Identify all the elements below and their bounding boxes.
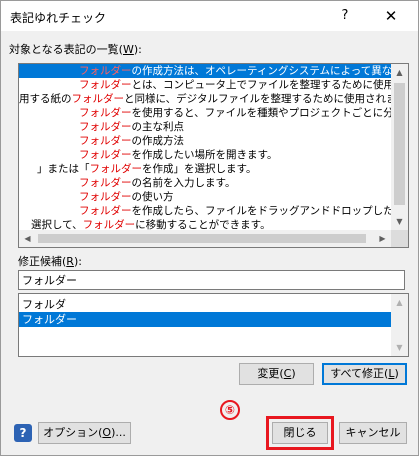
list-label: 対象となる表記の一覧(W): [9,43,142,56]
close-button-highlight [266,416,334,450]
target-list-rows: フォルダーの作成方法は、オペレーティングシステムによって異なりますフォルダーとは… [19,64,391,230]
list-item-keyword: フォルダー [79,107,132,119]
list-item[interactable]: 選択して、フォルダーに移動することができます。 [19,218,391,230]
list-item-keyword: フォルダー [79,121,132,133]
title-close-button[interactable]: ✕ [374,6,408,26]
list-item-text: を作成」を選択します。 [142,163,257,175]
list-item-keyword: フォルダー [79,191,132,203]
list-item[interactable]: フォルダーの主な利点 [19,120,391,134]
list-item-keyword: フォルダー [79,177,132,189]
list-item-text: とは、コンピュータ上でファイルを整理するために使用する入 [131,79,392,91]
fix-all-button[interactable]: すべて修正(L) [322,363,407,385]
list-item-prefix: 用する紙の [19,93,72,105]
list-item-prefix: 選択して、 [31,219,83,230]
scroll-up-icon[interactable]: ▲ [391,64,408,81]
candidate-input[interactable]: フォルダー [18,270,405,290]
list-item-keyword: フォルダー [79,135,132,147]
candidate-option[interactable]: フォルダ [19,297,391,312]
vertical-scrollbar[interactable]: ▲ ▼ [391,64,408,230]
title-help-button[interactable]: ? [331,6,359,26]
cand-scroll-down-icon[interactable]: ▼ [391,339,408,356]
list-item[interactable]: フォルダーの作成方法 [19,134,391,148]
list-item-text: の作成方法は、オペレーティングシステムによって異なります [131,65,392,77]
list-item-text: を作成したら、ファイルをドラッグアンドドロップしたり、右クリ [131,205,392,217]
list-item-keyword: フォルダー [89,163,143,175]
target-list[interactable]: フォルダーの作成方法は、オペレーティングシステムによって異なりますフォルダーとは… [18,63,409,248]
scroll-down-icon[interactable]: ▼ [391,213,408,230]
list-item[interactable]: フォルダーを使用すると、ファイルを種類やプロジェクトごとに分類して [19,106,391,120]
scroll-thumb[interactable] [394,83,405,205]
list-item[interactable]: フォルダーを作成したら、ファイルをドラッグアンドドロップしたり、右クリ [19,204,391,218]
list-item-text: の作成方法 [131,135,185,147]
list-item-text: の主な利点 [131,121,185,133]
scroll-corner [391,230,408,247]
step-marker: ⑤ [220,400,240,420]
list-item-keyword: フォルダー [79,205,132,217]
title-bar: 表記ゆれチェック ? ✕ [1,1,418,31]
list-item-text: を作成したい場所を開きます。 [131,149,278,161]
list-item[interactable]: フォルダーの使い方 [19,190,391,204]
horizontal-scrollbar[interactable]: ◀ ▶ [19,230,391,247]
options-button[interactable]: オプション(O)... [38,422,131,444]
list-item-keyword: フォルダー [79,79,132,91]
candidate-scrollbar[interactable]: ▲ ▼ [391,294,408,356]
list-item[interactable]: 」または「フォルダーを作成」を選択します。 [19,162,391,176]
list-item-text: を使用すると、ファイルを種類やプロジェクトごとに分類して [131,107,392,119]
list-item-text: と同様に、デジタルファイルを整理するために使用されます。 [124,93,391,105]
list-item-keyword: フォルダー [71,93,125,105]
help-icon[interactable]: ? [14,424,32,442]
hscroll-thumb[interactable] [38,234,366,243]
dialog-title: 表記ゆれチェック [10,11,107,25]
dialog-window: 表記ゆれチェック ? ✕ 対象となる表記の一覧(W): フォルダーの作成方法は、… [0,0,419,456]
list-item[interactable]: フォルダーの名前を入力します。 [19,176,391,190]
list-item[interactable]: フォルダーを作成したい場所を開きます。 [19,148,391,162]
list-item-keyword: フォルダー [79,149,132,161]
list-item-keyword: フォルダー [82,219,136,230]
list-item[interactable]: フォルダーの作成方法は、オペレーティングシステムによって異なります [19,64,391,78]
scroll-left-icon[interactable]: ◀ [19,230,36,247]
list-item-prefix: 」または「 [37,163,90,175]
change-button[interactable]: 変更(C) [239,363,314,385]
candidate-label: 修正候補(R): [18,255,82,268]
list-item-text: の使い方 [131,191,174,203]
cand-scroll-up-icon[interactable]: ▲ [391,294,408,311]
scroll-right-icon[interactable]: ▶ [374,230,391,247]
list-item[interactable]: フォルダーとは、コンピュータ上でファイルを整理するために使用する入 [19,78,391,92]
list-item[interactable]: 用する紙のフォルダーと同様に、デジタルファイルを整理するために使用されます。 [19,92,391,106]
cancel-button[interactable]: キャンセル [339,422,407,444]
candidate-list[interactable]: フォルダ フォルダー ▲ ▼ [18,293,409,357]
list-item-text: の名前を入力します。 [131,177,236,189]
candidate-option[interactable]: フォルダー [19,312,391,327]
list-item-keyword: フォルダー [79,65,132,77]
list-item-text: に移動することができます。 [135,219,271,230]
